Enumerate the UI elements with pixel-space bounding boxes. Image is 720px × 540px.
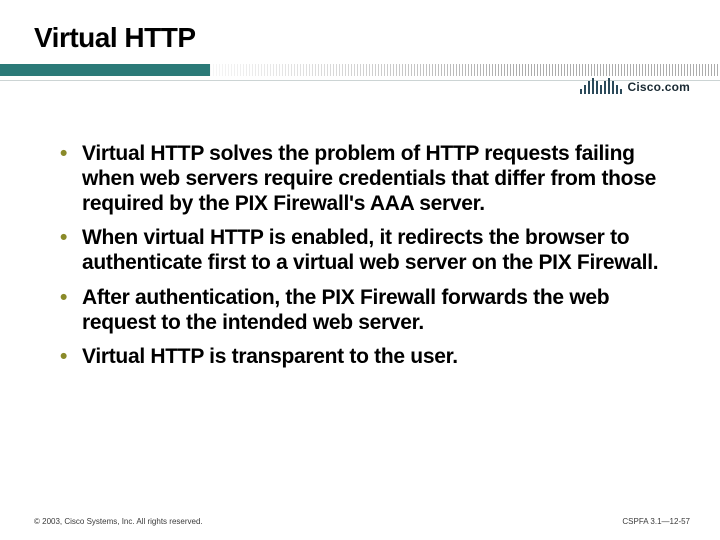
footer: © 2003, Cisco Systems, Inc. All rights r…	[0, 517, 720, 526]
list-item: Virtual HTTP solves the problem of HTTP …	[60, 142, 674, 216]
cisco-logo-text: Cisco.com	[628, 80, 691, 94]
slide-code: CSPFA 3.1—12-57	[622, 517, 690, 526]
divider-band: Cisco.com	[0, 64, 720, 98]
copyright-text: © 2003, Cisco Systems, Inc. All rights r…	[34, 517, 203, 526]
hatch-pattern	[210, 64, 720, 76]
accent-bar	[0, 64, 210, 76]
content-area: Virtual HTTP solves the problem of HTTP …	[0, 98, 720, 370]
title-area: Virtual HTTP	[0, 0, 720, 60]
list-item: After authentication, the PIX Firewall f…	[60, 286, 674, 336]
cisco-bridge-icon	[580, 78, 622, 94]
list-item: Virtual HTTP is transparent to the user.	[60, 345, 674, 370]
page-title: Virtual HTTP	[34, 22, 720, 54]
list-item: When virtual HTTP is enabled, it redirec…	[60, 226, 674, 276]
cisco-logo: Cisco.com	[580, 78, 691, 94]
bullet-list: Virtual HTTP solves the problem of HTTP …	[60, 142, 674, 370]
